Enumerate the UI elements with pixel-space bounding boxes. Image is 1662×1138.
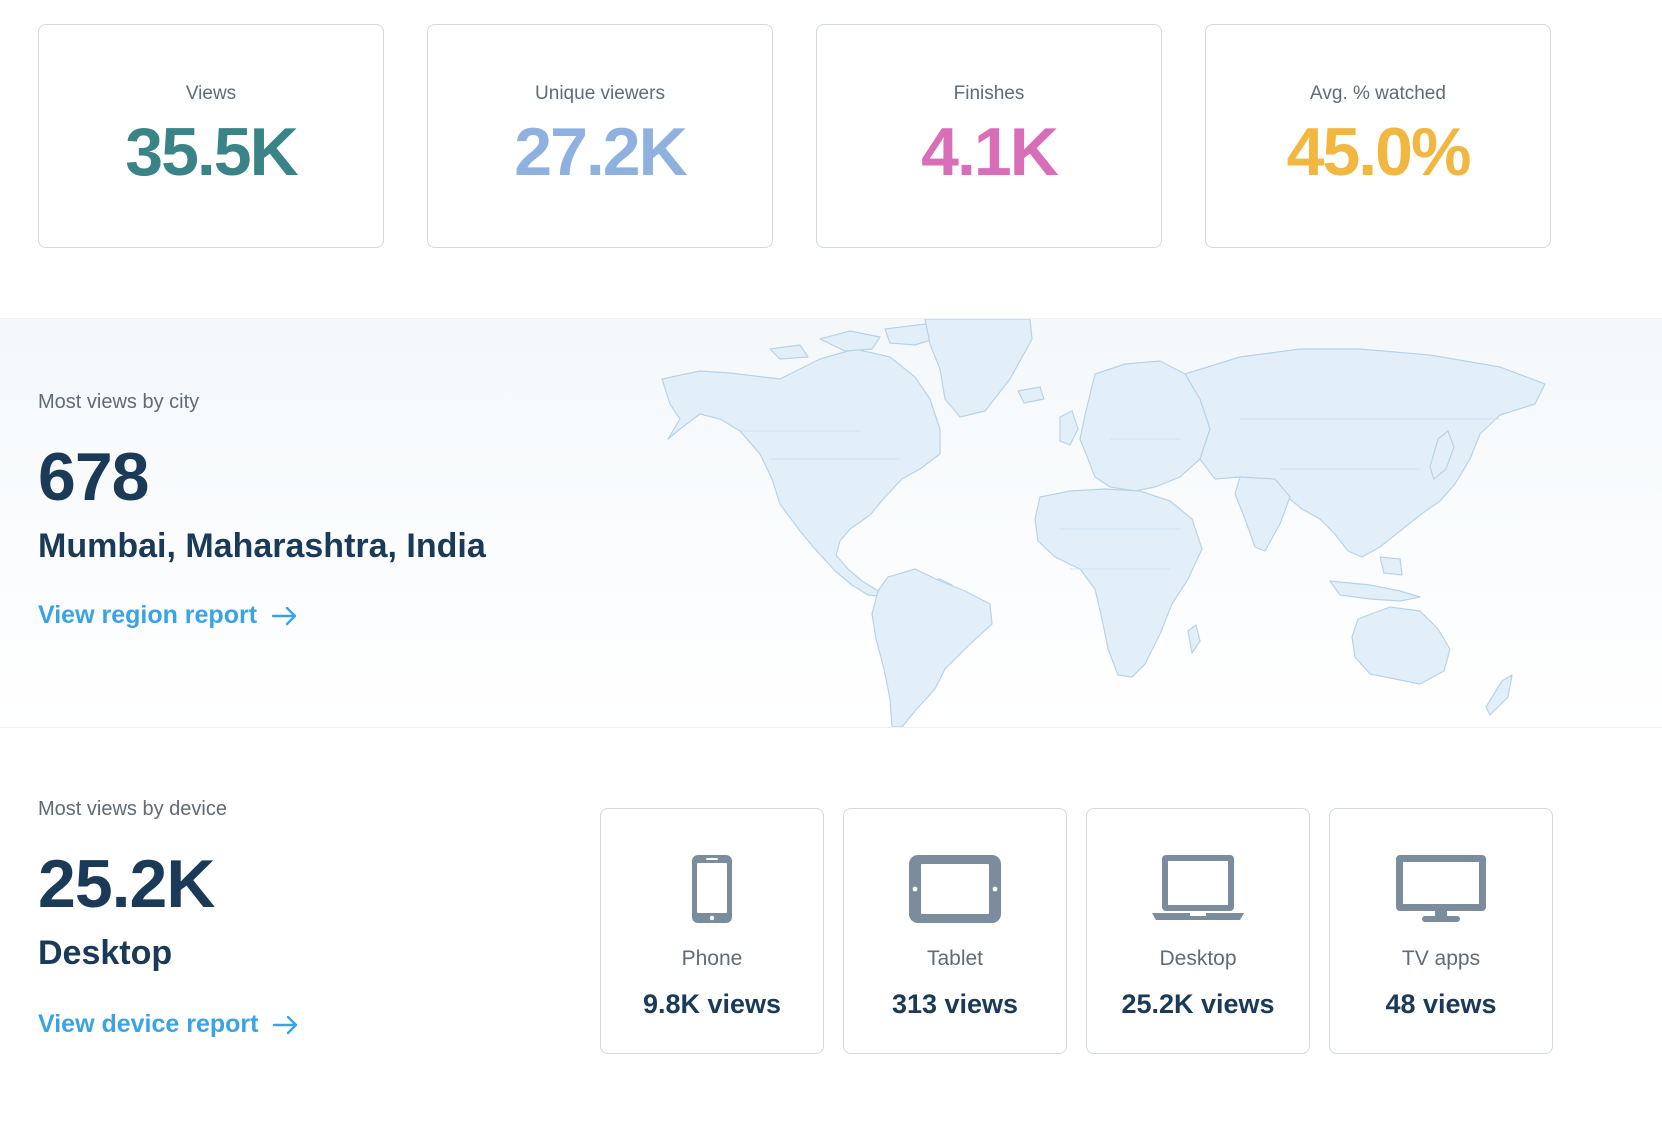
device-card-tv-apps[interactable]: TV apps 48 views xyxy=(1329,808,1553,1054)
device-views: 25.2K views xyxy=(1121,989,1275,1019)
stat-label: Unique viewers xyxy=(535,83,665,104)
stat-card-avg-watched: Avg. % watched 45.0% xyxy=(1205,24,1551,248)
phone-icon xyxy=(601,853,823,925)
device-views: 48 views xyxy=(1385,989,1497,1019)
city-section-label: Most views by city xyxy=(38,391,200,413)
stat-value: 27.2K xyxy=(514,114,687,190)
stat-value: 4.1K xyxy=(921,114,1059,190)
view-region-report-link[interactable]: View region report xyxy=(38,601,299,630)
top-city-name: Mumbai, Maharashtra, India xyxy=(38,527,486,565)
stat-card-unique-viewers: Unique viewers 27.2K xyxy=(427,24,773,248)
device-card-tablet[interactable]: Tablet 313 views xyxy=(843,808,1067,1054)
stat-label: Views xyxy=(185,83,237,104)
device-views: 313 views xyxy=(891,989,1019,1019)
device-card-phone[interactable]: Phone 9.8K views xyxy=(600,808,824,1054)
device-name: TV apps xyxy=(1401,947,1481,970)
world-map-icon xyxy=(661,319,1546,727)
stat-label: Finishes xyxy=(953,83,1025,104)
laptop-icon xyxy=(1087,853,1309,925)
stat-value: 45.0% xyxy=(1286,114,1472,190)
device-name: Desktop xyxy=(1159,947,1237,970)
top-device-name: Desktop xyxy=(38,934,173,972)
arrow-right-icon xyxy=(273,1015,298,1034)
view-region-report-label: View region report xyxy=(38,601,258,629)
device-name: Tablet xyxy=(926,947,984,970)
view-device-report-link[interactable]: View device report xyxy=(38,1010,300,1039)
tv-icon xyxy=(1330,853,1552,925)
tablet-icon xyxy=(844,853,1066,925)
device-card-desktop[interactable]: Desktop 25.2K views xyxy=(1086,808,1310,1054)
stat-card-finishes: Finishes 4.1K xyxy=(816,24,1162,248)
device-section-label: Most views by device xyxy=(38,798,227,820)
arrow-right-icon xyxy=(271,606,297,625)
stat-label: Avg. % watched xyxy=(1310,83,1446,104)
device-views: 9.8K views xyxy=(642,989,782,1019)
region-section: Most views by city 678 Mumbai, Maharasht… xyxy=(0,318,1662,728)
city-view-count: 678 xyxy=(38,439,149,515)
stat-value: 35.5K xyxy=(125,114,298,190)
view-device-report-label: View device report xyxy=(38,1010,259,1038)
device-name: Phone xyxy=(681,947,743,970)
stat-card-views: Views 35.5K xyxy=(38,24,384,248)
device-view-count: 25.2K xyxy=(38,846,215,922)
